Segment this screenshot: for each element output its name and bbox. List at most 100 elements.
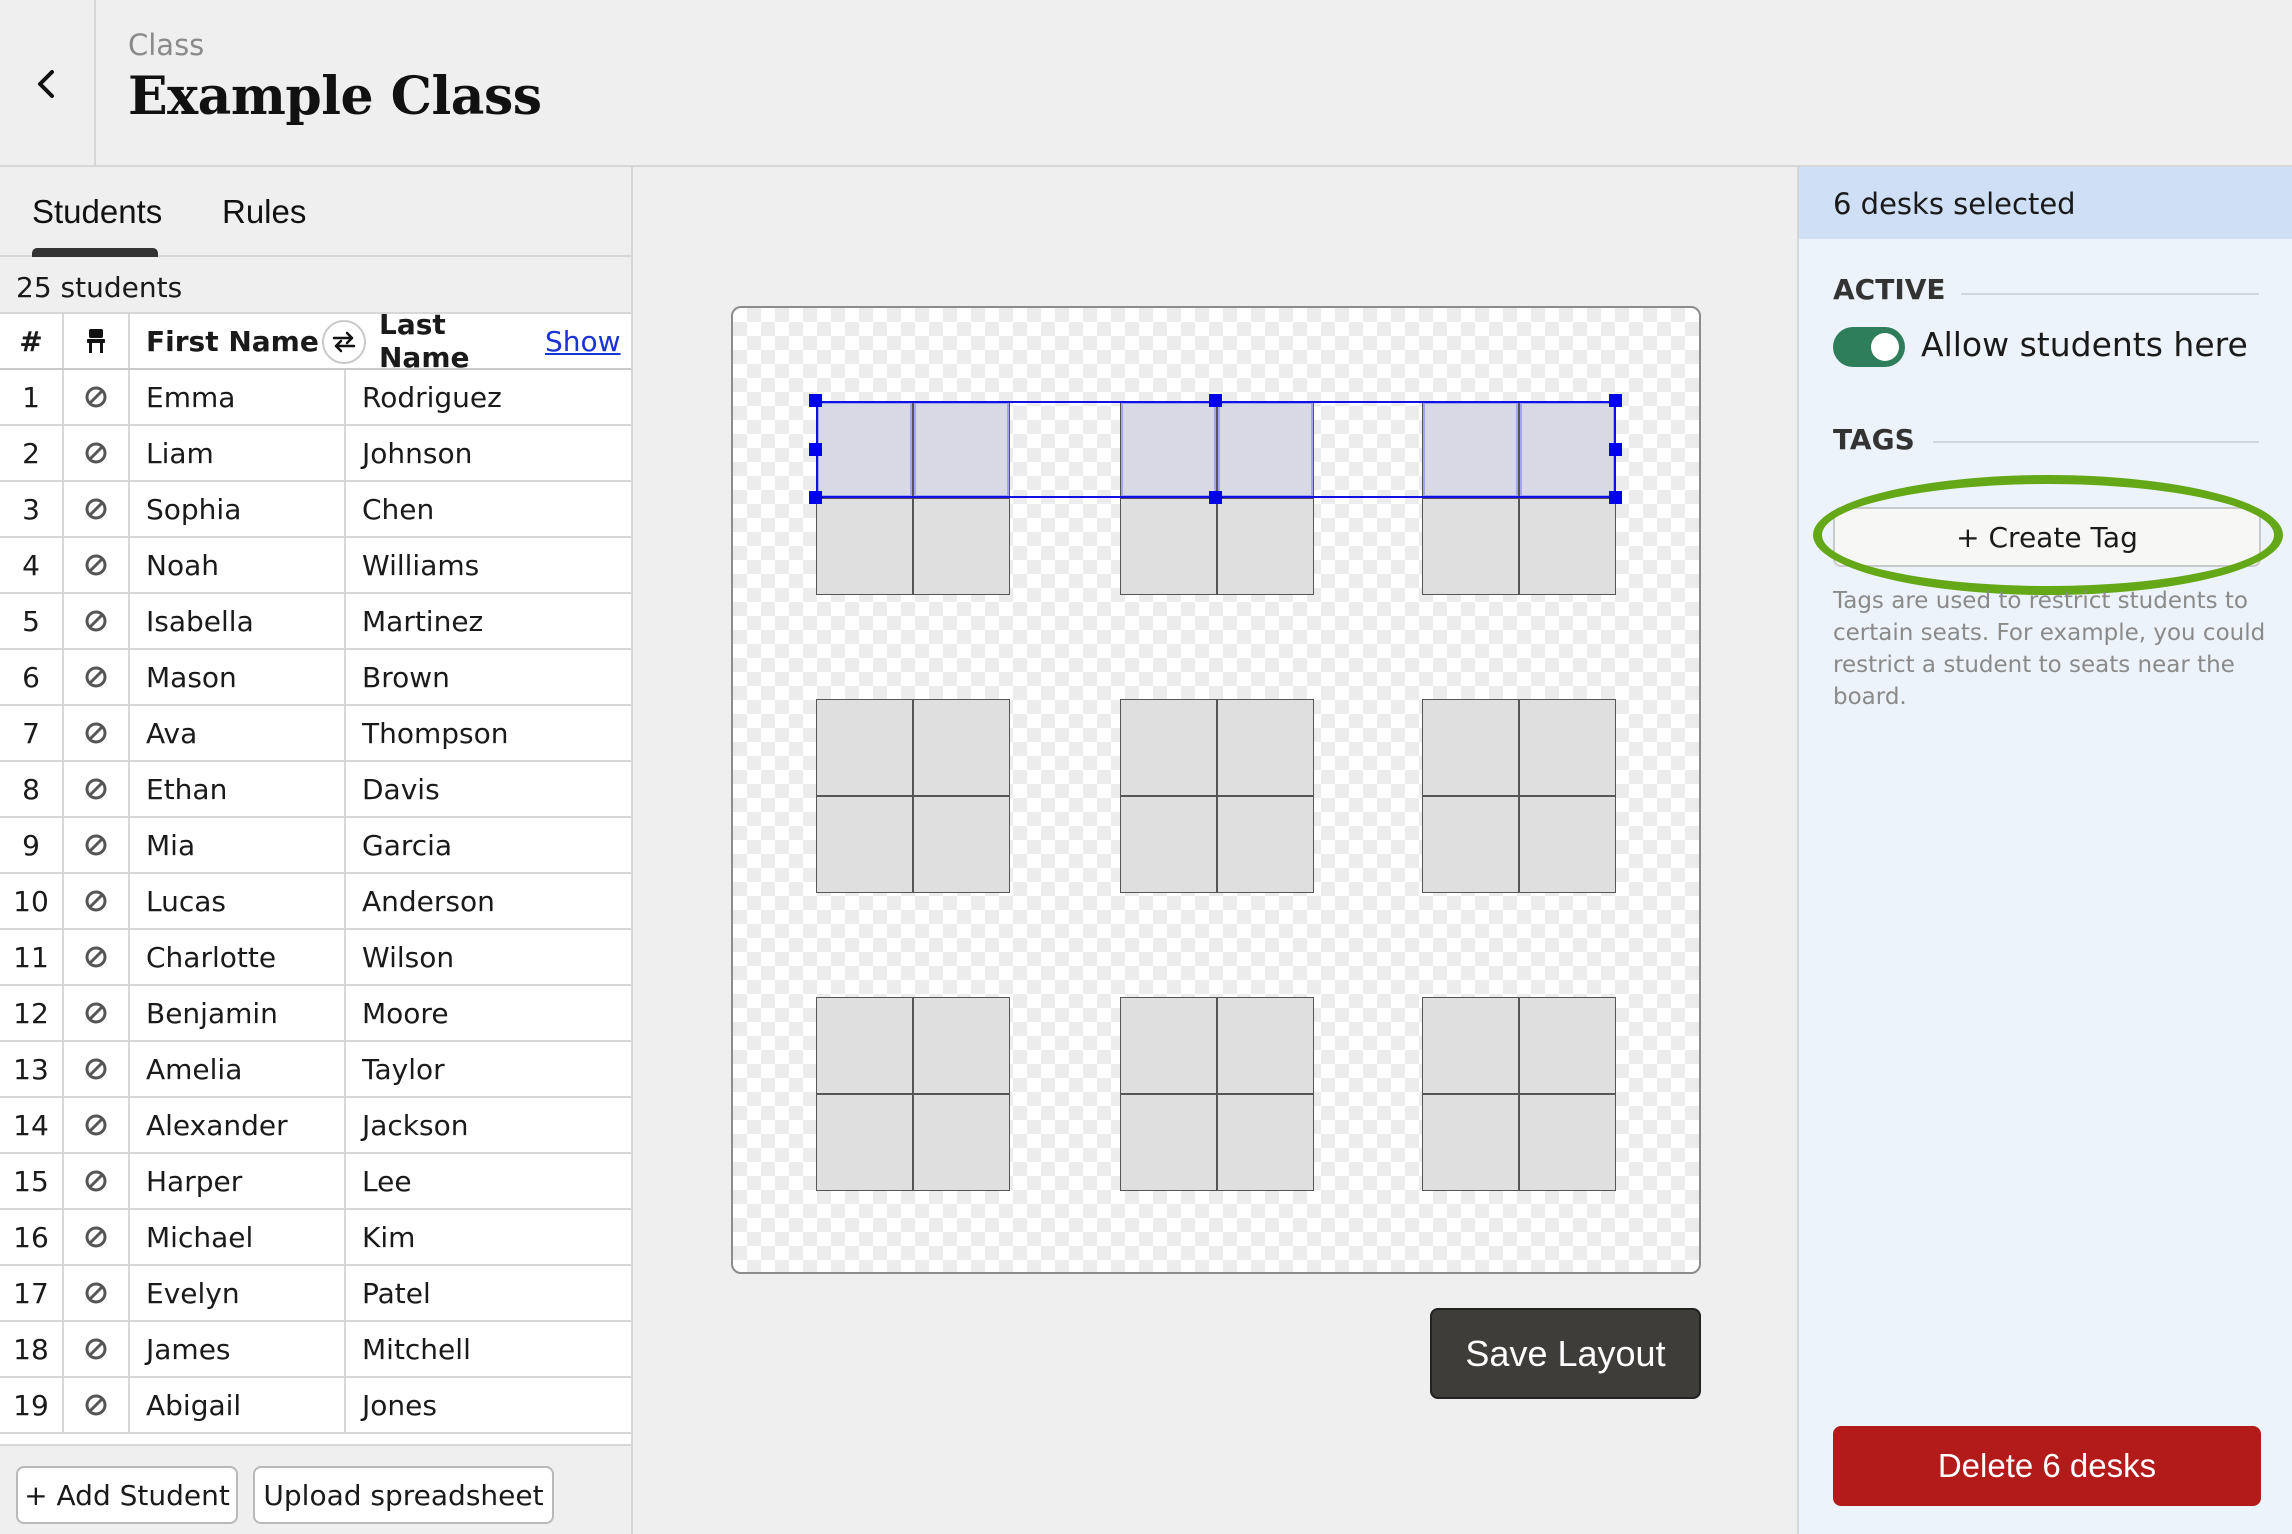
desk-status-cell[interactable] [64, 1266, 130, 1320]
desk-status-cell[interactable] [64, 1098, 130, 1152]
desk-status-cell[interactable] [64, 706, 130, 760]
first-name-cell[interactable]: Lucas [130, 874, 346, 928]
table-row[interactable]: 2 Liam Johnson [0, 426, 631, 482]
desk[interactable] [816, 1094, 913, 1191]
first-name-cell[interactable]: Benjamin [130, 986, 346, 1040]
desk[interactable] [1422, 1094, 1519, 1191]
first-name-cell[interactable]: Evelyn [130, 1266, 346, 1320]
desk[interactable] [913, 1094, 1010, 1191]
desk-status-cell[interactable] [64, 1210, 130, 1264]
table-row[interactable]: 11 Charlotte Wilson [0, 930, 631, 986]
desk[interactable] [816, 997, 913, 1094]
desk[interactable] [1422, 498, 1519, 595]
show-link[interactable]: Show [545, 314, 621, 368]
table-row[interactable]: 5 Isabella Martinez [0, 594, 631, 650]
desk[interactable] [913, 699, 1010, 796]
desk-status-cell[interactable] [64, 818, 130, 872]
save-layout-button[interactable]: Save Layout [1430, 1308, 1701, 1399]
desk[interactable] [816, 699, 913, 796]
last-name-cell[interactable]: Brown [346, 650, 631, 704]
delete-desks-button[interactable]: Delete 6 desks [1833, 1426, 2261, 1506]
last-name-cell[interactable]: Williams [346, 538, 631, 592]
header-first-name[interactable]: First Name [130, 314, 346, 368]
desk-status-cell[interactable] [64, 1378, 130, 1432]
resize-handle[interactable] [1609, 491, 1622, 504]
last-name-cell[interactable]: Thompson [346, 706, 631, 760]
table-row[interactable]: 12 Benjamin Moore [0, 986, 631, 1042]
desk[interactable] [913, 498, 1010, 595]
desk[interactable] [1519, 1094, 1616, 1191]
desk-status-cell[interactable] [64, 426, 130, 480]
desk-status-cell[interactable] [64, 874, 130, 928]
table-row[interactable]: 17 Evelyn Patel [0, 1266, 631, 1322]
desk[interactable] [1519, 699, 1616, 796]
desk-status-cell[interactable] [64, 482, 130, 536]
resize-handle[interactable] [1609, 394, 1622, 407]
first-name-cell[interactable]: Isabella [130, 594, 346, 648]
resize-handle[interactable] [1609, 442, 1622, 456]
desk[interactable] [1519, 997, 1616, 1094]
desk-status-cell[interactable] [64, 1322, 130, 1376]
table-row[interactable]: 15 Harper Lee [0, 1154, 631, 1210]
desk[interactable] [1217, 796, 1314, 893]
desk-selected[interactable] [1519, 401, 1616, 498]
last-name-cell[interactable]: Moore [346, 986, 631, 1040]
desk-status-cell[interactable] [64, 370, 130, 424]
tab-students[interactable]: Students [32, 193, 162, 231]
first-name-cell[interactable]: Charlotte [130, 930, 346, 984]
desk-status-cell[interactable] [64, 930, 130, 984]
create-tag-button[interactable]: + Create Tag [1833, 507, 2261, 567]
first-name-cell[interactable]: Mia [130, 818, 346, 872]
desk-selected[interactable] [1422, 401, 1519, 498]
last-name-cell[interactable]: Anderson [346, 874, 631, 928]
table-row[interactable]: 8 Ethan Davis [0, 762, 631, 818]
desk-status-cell[interactable] [64, 594, 130, 648]
table-row[interactable]: 9 Mia Garcia [0, 818, 631, 874]
desk[interactable] [913, 796, 1010, 893]
first-name-cell[interactable]: Ethan [130, 762, 346, 816]
table-row[interactable]: 16 Michael Kim [0, 1210, 631, 1266]
desk[interactable] [1120, 498, 1217, 595]
table-row[interactable]: 7 Ava Thompson [0, 706, 631, 762]
desk[interactable] [1120, 1094, 1217, 1191]
desk[interactable] [1519, 796, 1616, 893]
resize-handle[interactable] [809, 491, 822, 504]
table-row[interactable]: 13 Amelia Taylor [0, 1042, 631, 1098]
table-row[interactable]: 4 Noah Williams [0, 538, 631, 594]
last-name-cell[interactable]: Chen [346, 482, 631, 536]
first-name-cell[interactable]: Harper [130, 1154, 346, 1208]
desk[interactable] [1217, 498, 1314, 595]
desk-status-cell[interactable] [64, 762, 130, 816]
table-row[interactable]: 18 James Mitchell [0, 1322, 631, 1378]
desk-status-cell[interactable] [64, 538, 130, 592]
seating-layout-canvas[interactable] [731, 306, 1701, 1274]
first-name-cell[interactable]: James [130, 1322, 346, 1376]
desk-selected[interactable] [913, 401, 1010, 498]
last-name-cell[interactable]: Jackson [346, 1098, 631, 1152]
desk[interactable] [1217, 1094, 1314, 1191]
first-name-cell[interactable]: Michael [130, 1210, 346, 1264]
last-name-cell[interactable]: Garcia [346, 818, 631, 872]
desk[interactable] [1519, 498, 1616, 595]
allow-students-toggle[interactable] [1833, 327, 1905, 367]
table-row[interactable]: 3 Sophia Chen [0, 482, 631, 538]
add-student-button[interactable]: + Add Student [16, 1466, 238, 1524]
desk[interactable] [913, 997, 1010, 1094]
tab-rules[interactable]: Rules [222, 193, 306, 231]
table-row[interactable]: 6 Mason Brown [0, 650, 631, 706]
last-name-cell[interactable]: Patel [346, 1266, 631, 1320]
last-name-cell[interactable]: Wilson [346, 930, 631, 984]
first-name-cell[interactable]: Mason [130, 650, 346, 704]
table-row[interactable]: 1 Emma Rodriguez [0, 370, 631, 426]
table-row[interactable]: 14 Alexander Jackson [0, 1098, 631, 1154]
desk[interactable] [1120, 699, 1217, 796]
first-name-cell[interactable]: Emma [130, 370, 346, 424]
upload-spreadsheet-button[interactable]: Upload spreadsheet [253, 1466, 554, 1524]
first-name-cell[interactable]: Noah [130, 538, 346, 592]
first-name-cell[interactable]: Abigail [130, 1378, 346, 1432]
last-name-cell[interactable]: Martinez [346, 594, 631, 648]
desk[interactable] [1422, 796, 1519, 893]
desk[interactable] [1120, 796, 1217, 893]
last-name-cell[interactable]: Mitchell [346, 1322, 631, 1376]
swap-names-button[interactable] [322, 320, 366, 364]
